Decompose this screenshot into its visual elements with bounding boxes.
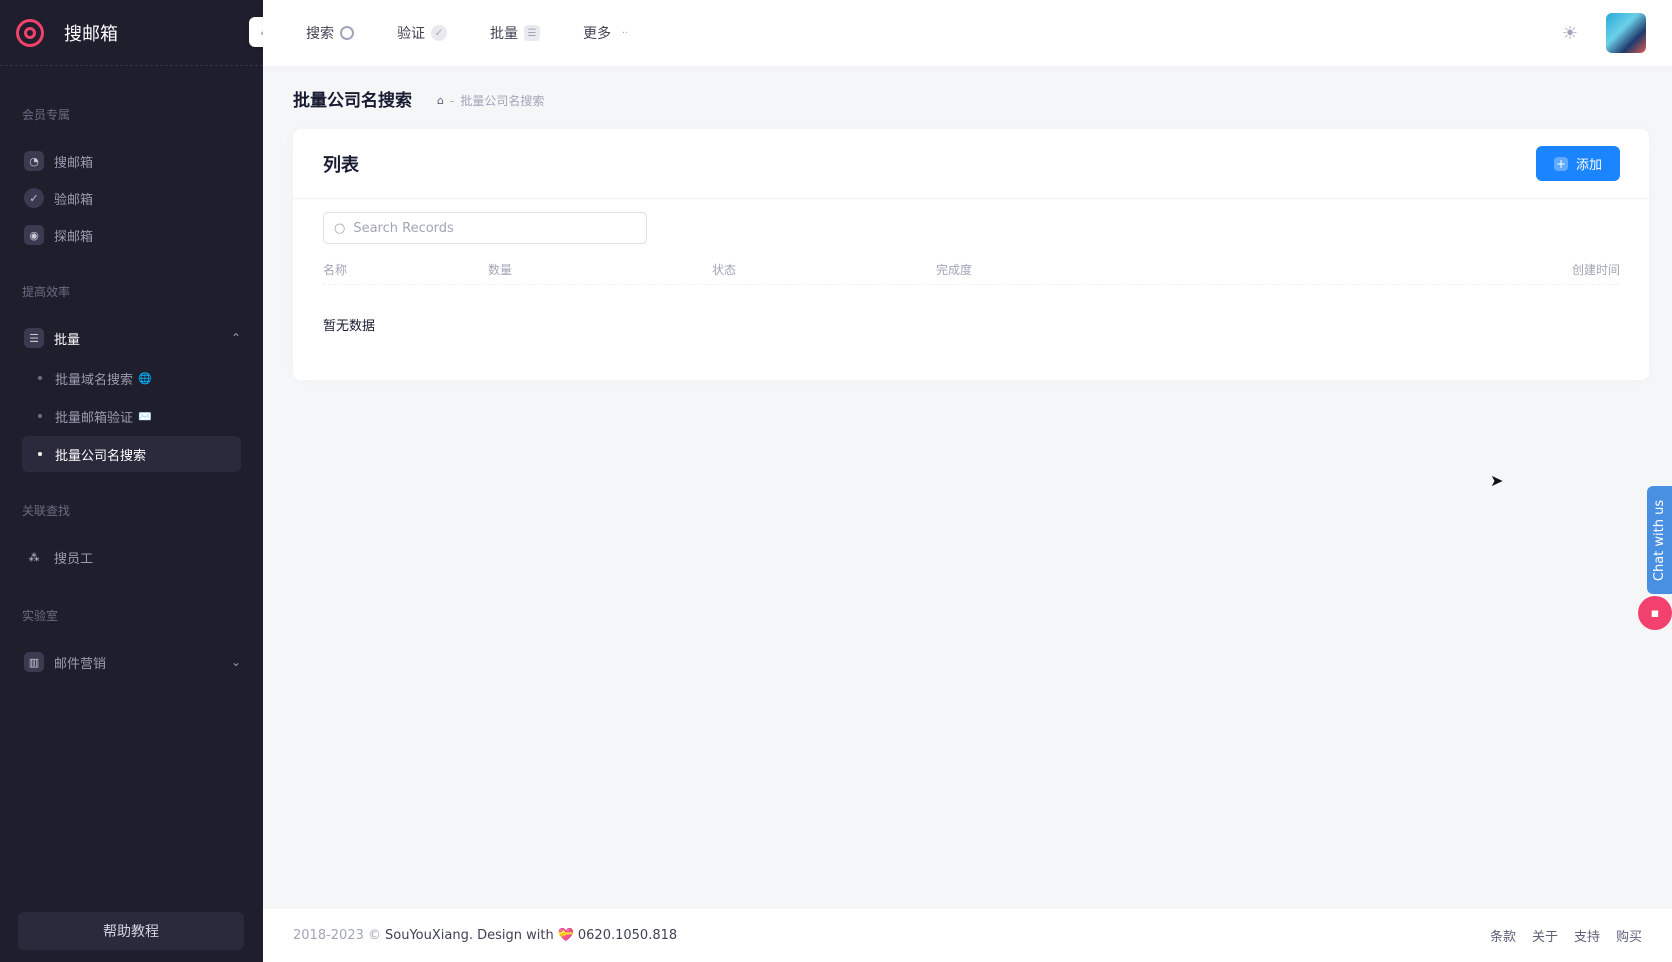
table-header: 名称 数量 状态 完成度 创建时间 (323, 255, 1620, 285)
sidebar-subitem-label: 批量公司名搜索 (55, 448, 147, 464)
sidebar-subitem-label: 批量邮箱验证 (55, 410, 134, 426)
sidebar-item-verify-mail[interactable]: ✓ 验邮箱 (0, 178, 263, 218)
bullet-icon (38, 414, 42, 418)
sidebar-item-label: 批量 (54, 332, 81, 348)
nav-more[interactable]: 更多 ·· (583, 23, 633, 43)
sidebar-item-search-mail[interactable]: ◔ 搜邮箱 (0, 141, 263, 181)
help-tutorial-button[interactable]: 帮助教程 (18, 912, 244, 950)
card-header: 列表 + 添加 (293, 129, 1649, 199)
bullet-icon (38, 452, 42, 456)
sidebar-subitem-batch-company[interactable]: 批量公司名搜索 (22, 436, 241, 472)
footer-phone: 0620.1050.818 (577, 928, 678, 943)
sidebar-item-label: 探邮箱 (54, 229, 94, 245)
sidebar: 搜邮箱 ‹ 会员专属 ◔ 搜邮箱 ✓ 验邮箱 ◉ 探邮箱 提高效率 ☰ 批量 ⌃… (0, 0, 277, 962)
search-records-input[interactable] (353, 220, 634, 236)
globe-icon: 🌐 (138, 371, 152, 385)
search-records-box: ○ (323, 212, 647, 244)
scan-icon: ◉ (24, 225, 44, 245)
chat-bubble-icon[interactable]: ▪ (1638, 596, 1672, 630)
footer-link-about[interactable]: 关于 (1532, 926, 1558, 945)
add-button-label: 添加 (1575, 158, 1602, 173)
sidebar-subitem-batch-verify[interactable]: 批量邮箱验证 ✉️ (22, 398, 241, 434)
list-card: 列表 + 添加 ○ 名称 数量 状态 完成度 创建时间 暂无数据 (293, 129, 1649, 380)
envelope-icon: ✉️ (138, 409, 152, 423)
section-title: 提高效率 (22, 285, 71, 299)
footer-link-terms[interactable]: 条款 (1490, 926, 1516, 945)
breadcrumb: ⌂ - 批量公司名搜索 (437, 92, 544, 109)
search-mail-icon: ◔ (24, 151, 44, 171)
nav-label: 批量 (490, 26, 518, 42)
footer-links: 条款 关于 支持 购买 (1474, 926, 1642, 945)
column-header-status[interactable]: 状态 (712, 261, 736, 278)
chat-with-us-tab[interactable]: Chat with us (1647, 486, 1672, 594)
breadcrumb-separator: - (449, 93, 455, 108)
home-icon[interactable]: ⌂ (437, 94, 444, 107)
nav-search[interactable]: 搜索 (306, 23, 354, 43)
chevron-up-icon: ⌃ (230, 331, 241, 345)
sidebar-item-explore-mail[interactable]: ◉ 探邮箱 (0, 215, 263, 255)
nav-label: 更多 (583, 26, 611, 42)
heart-icon: 💝 (557, 928, 574, 943)
people-icon: ⁂ (28, 550, 40, 564)
check-icon: ✓ (24, 188, 44, 208)
page-title: 批量公司名搜索 (293, 91, 412, 111)
footer-link-buy[interactable]: 购买 (1616, 926, 1642, 945)
footer: 2018-2023 © SouYouXiang. Design with 💝 0… (263, 909, 1672, 962)
column-header-progress[interactable]: 完成度 (936, 261, 972, 278)
sidebar-item-search-staff[interactable]: ⁂ 搜员工 (0, 537, 263, 577)
sidebar-item-label: 验邮箱 (54, 192, 94, 208)
header-right: ☀ (1562, 13, 1646, 53)
footer-link-support[interactable]: 支持 (1574, 926, 1600, 945)
sidebar-item-label: 搜员工 (54, 551, 94, 567)
mouse-cursor-icon: ➤ (1490, 471, 1504, 490)
sidebar-item-label: 搜邮箱 (54, 155, 94, 171)
sidebar-subitem-label: 批量域名搜索 (55, 372, 134, 388)
logo-icon (16, 18, 44, 47)
section-title: 关联查找 (22, 504, 71, 518)
card-title: 列表 (323, 154, 359, 176)
column-header-created-at[interactable]: 创建时间 (1572, 261, 1620, 278)
section-title: 实验室 (22, 609, 59, 623)
nav-verify[interactable]: 验证 ✓ (397, 23, 447, 43)
dots-icon: ·· (621, 27, 629, 39)
sidebar-item-batch[interactable]: ☰ 批量 ⌃ (0, 318, 263, 358)
logo-text: 搜邮箱 (64, 23, 118, 45)
column-header-count[interactable]: 数量 (488, 261, 512, 278)
top-header: 搜索 验证 ✓ 批量 ☰ 更多 ·· ☀ (263, 0, 1672, 66)
sidebar-subitem-batch-domain[interactable]: 批量域名搜索 🌐 (22, 360, 241, 396)
nav-label: 验证 (397, 26, 425, 42)
bullet-icon (38, 376, 42, 380)
check-icon: ✓ (431, 25, 447, 41)
search-icon (340, 26, 354, 40)
sidebar-item-label: 邮件营销 (54, 656, 107, 672)
chat-tab-label: Chat with us (1652, 499, 1667, 581)
plus-icon: + (1553, 156, 1568, 171)
search-icon: ○ (334, 220, 346, 236)
theme-toggle-sun-icon[interactable]: ☀ (1562, 23, 1578, 44)
breadcrumb-current: 批量公司名搜索 (460, 94, 545, 108)
list-icon: ☰ (524, 25, 540, 41)
footer-copyright: 2018-2023 © (293, 928, 381, 943)
footer-brand[interactable]: SouYouXiang. Design with (385, 928, 554, 943)
empty-state-text: 暂无数据 (323, 319, 376, 334)
chevron-down-icon: ⌄ (230, 655, 241, 669)
nav-label: 搜索 (306, 26, 334, 42)
user-avatar[interactable] (1606, 13, 1646, 53)
add-button[interactable]: + 添加 (1535, 146, 1620, 181)
logo-row: 搜邮箱 ‹ (0, 0, 277, 66)
list-icon: ☰ (24, 328, 44, 348)
sidebar-item-mail-marketing[interactable]: ▥ 邮件营销 ⌄ (0, 642, 263, 682)
column-header-name[interactable]: 名称 (323, 261, 347, 278)
chart-icon: ▥ (24, 652, 44, 672)
nav-batch[interactable]: 批量 ☰ (490, 23, 540, 43)
section-title: 会员专属 (22, 108, 71, 122)
